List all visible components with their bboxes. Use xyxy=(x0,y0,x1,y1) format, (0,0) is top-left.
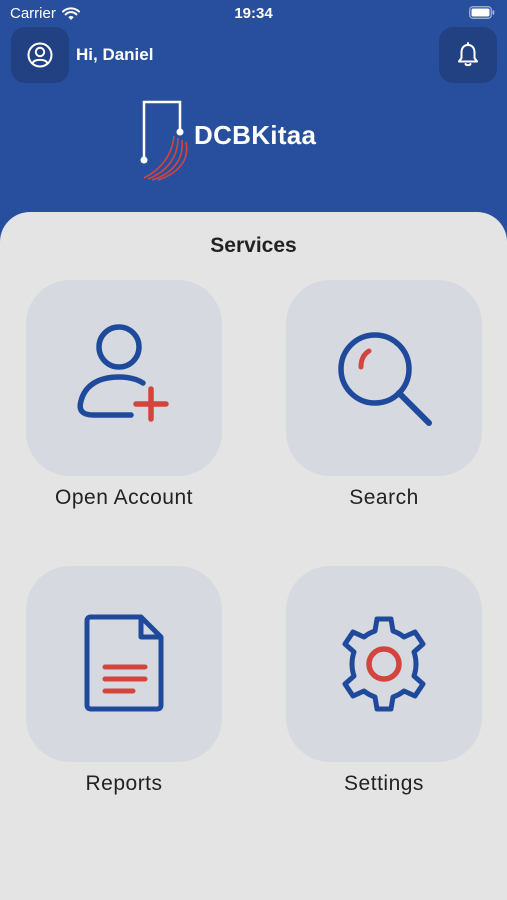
user-circle-icon xyxy=(27,42,53,68)
services-title: Services xyxy=(210,234,297,257)
greeting-text: Hi, Daniel xyxy=(76,45,154,64)
reports-label: Reports xyxy=(85,772,163,795)
notifications-button[interactable] xyxy=(439,27,497,83)
profile-button[interactable] xyxy=(11,27,69,83)
status-bar: Carrier 19:34 xyxy=(0,0,507,28)
app-logo: DCBKitaa xyxy=(136,98,346,182)
status-time: 19:34 xyxy=(234,5,273,22)
document-icon xyxy=(84,614,164,712)
search-icon xyxy=(338,332,432,426)
bell-icon xyxy=(458,42,478,67)
search-tile[interactable] xyxy=(286,280,482,476)
search-label: Search xyxy=(349,486,419,509)
logo-mark-icon xyxy=(140,100,188,181)
logo-text: DCBKitaa xyxy=(194,120,317,150)
settings-tile[interactable] xyxy=(286,566,482,762)
settings-label: Settings xyxy=(344,772,424,795)
gear-icon xyxy=(342,616,426,712)
add-user-icon xyxy=(77,324,169,422)
battery-icon xyxy=(469,6,495,19)
open-account-tile[interactable] xyxy=(26,280,222,476)
reports-tile[interactable] xyxy=(26,566,222,762)
services-panel: Services Open Account Search Reports Set… xyxy=(0,212,507,900)
open-account-label: Open Account xyxy=(55,486,193,509)
